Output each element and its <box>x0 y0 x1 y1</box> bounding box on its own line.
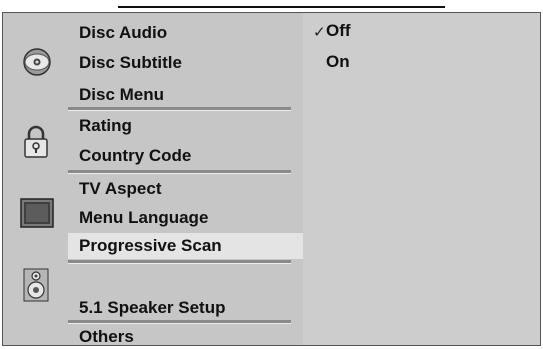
option-list: ✓ Off On <box>303 13 540 345</box>
menu-item-disc-audio[interactable]: Disc Audio <box>79 23 167 43</box>
menu-item-tv-aspect[interactable]: TV Aspect <box>79 179 162 199</box>
menu-item-country-code[interactable]: Country Code <box>79 146 191 166</box>
setup-menu-panel: Disc Audio Disc Subtitle Disc Menu Ratin… <box>2 12 541 346</box>
menu-item-progressive-scan[interactable]: Progressive Scan <box>68 233 308 259</box>
tv-icon <box>20 198 54 233</box>
option-off[interactable]: Off <box>326 21 351 41</box>
menu-divider <box>68 260 291 264</box>
disc-icon <box>22 47 52 82</box>
menu-item-speaker-setup[interactable]: 5.1 Speaker Setup <box>79 298 225 318</box>
menu-divider <box>68 320 291 324</box>
checkmark-icon: ✓ <box>313 24 326 41</box>
top-rule <box>118 6 445 8</box>
menu-item-others[interactable]: Others <box>79 327 134 347</box>
speaker-icon <box>21 268 51 307</box>
menu-item-rating[interactable]: Rating <box>79 116 132 136</box>
menu-item-menu-language[interactable]: Menu Language <box>79 208 208 228</box>
option-on[interactable]: On <box>326 52 350 72</box>
lock-icon <box>23 125 49 164</box>
menu-item-disc-menu[interactable]: Disc Menu <box>79 85 164 105</box>
menu-item-disc-subtitle[interactable]: Disc Subtitle <box>79 53 182 73</box>
menu-list: Disc Audio Disc Subtitle Disc Menu Ratin… <box>3 13 308 347</box>
menu-divider <box>68 170 291 174</box>
menu-divider <box>68 107 291 111</box>
